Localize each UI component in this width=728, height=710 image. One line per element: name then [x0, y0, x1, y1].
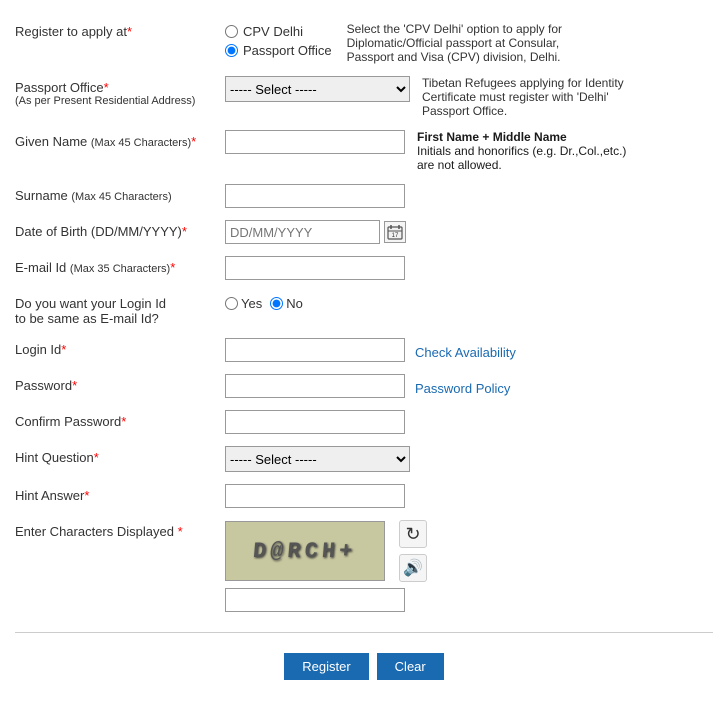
captcha-label: Enter Characters Displayed *	[15, 520, 225, 539]
given-name-hint: First Name + Middle Name Initials and ho…	[417, 130, 637, 172]
passport-office-select[interactable]: ----- Select -----	[225, 76, 410, 102]
given-name-label: Given Name (Max 45 Characters)*	[15, 130, 225, 149]
cpv-label: CPV Delhi	[243, 24, 303, 39]
confirm-password-input[interactable]	[225, 410, 405, 434]
password-label: Password*	[15, 374, 225, 393]
register-button[interactable]: Register	[284, 653, 368, 680]
dob-input[interactable]	[225, 220, 380, 244]
register-at-label: Register to apply at*	[15, 20, 225, 39]
check-availability-link[interactable]: Check Availability	[415, 341, 516, 360]
passport-label: Passport Office	[243, 43, 332, 58]
captcha-image: D@RCH+	[225, 521, 385, 581]
email-input[interactable]	[225, 256, 405, 280]
passport-office-hint: Tibetan Refugees applying for Identity C…	[422, 76, 652, 118]
audio-icon: 🔊	[403, 558, 423, 578]
hint-question-select[interactable]: ----- Select -----	[225, 446, 410, 472]
password-policy-link[interactable]: Password Policy	[415, 377, 510, 396]
confirm-password-label: Confirm Password*	[15, 410, 225, 429]
clear-button[interactable]: Clear	[377, 653, 444, 680]
svg-text:17: 17	[392, 233, 399, 239]
surname-label: Surname (Max 45 Characters)	[15, 184, 225, 203]
password-input[interactable]	[225, 374, 405, 398]
cpv-radio-label[interactable]: CPV Delhi	[225, 24, 332, 39]
yes-radio[interactable]	[225, 297, 238, 310]
captcha-audio-button[interactable]: 🔊	[399, 554, 427, 582]
passport-office-label: Passport Office* (As per Present Residen…	[15, 76, 225, 107]
cpv-radio[interactable]	[225, 25, 238, 38]
yes-radio-label[interactable]: Yes	[225, 296, 262, 311]
no-label: No	[286, 296, 303, 311]
captcha-input[interactable]	[225, 588, 405, 612]
surname-input[interactable]	[225, 184, 405, 208]
refresh-icon: ↻	[405, 524, 420, 545]
no-radio-label[interactable]: No	[270, 296, 303, 311]
login-id-input[interactable]	[225, 338, 405, 362]
hint-answer-input[interactable]	[225, 484, 405, 508]
login-id-label: Login Id*	[15, 338, 225, 357]
captcha-refresh-button[interactable]: ↻	[399, 520, 427, 548]
hint-answer-label: Hint Answer*	[15, 484, 225, 503]
yes-label: Yes	[241, 296, 262, 311]
register-at-hint: Select the 'CPV Delhi' option to apply f…	[347, 20, 597, 64]
passport-radio[interactable]	[225, 44, 238, 57]
email-label: E-mail Id (Max 35 Characters)*	[15, 256, 225, 275]
passport-radio-label[interactable]: Passport Office	[225, 43, 332, 58]
login-same-label: Do you want your Login Id to be same as …	[15, 292, 225, 326]
hint-question-label: Hint Question*	[15, 446, 225, 465]
no-radio[interactable]	[270, 297, 283, 310]
calendar-icon[interactable]: 17	[384, 221, 406, 243]
given-name-input[interactable]	[225, 130, 405, 154]
dob-label: Date of Birth (DD/MM/YYYY)*	[15, 220, 225, 239]
